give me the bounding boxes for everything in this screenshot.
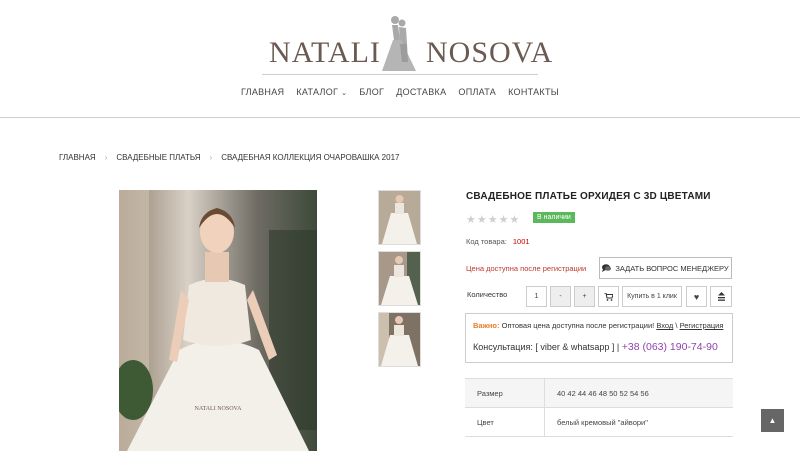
specs-table: Размер 40 42 44 46 48 50 52 54 56 Цвет б… [465, 378, 733, 437]
breadcrumb-separator: › [209, 153, 213, 162]
breadcrumb-separator: › [104, 153, 108, 162]
register-link[interactable]: Регистрация [680, 321, 724, 330]
main-nav: ГЛАВНАЯ КАТАЛОГ ⌄ БЛОГ ДОСТАВКА ОПЛАТА КОНТАКТ… [0, 87, 800, 97]
nav-catalog[interactable]: КАТАЛОГ ⌄ [296, 87, 347, 97]
photo-watermark: NATALI NOSOVA [195, 406, 243, 412]
couple-silhouette-icon [382, 16, 416, 71]
logo-text-left: NATALI [269, 36, 381, 69]
spec-key: Размер [465, 379, 545, 407]
quantity-input[interactable]: 1 [526, 286, 547, 307]
site-header: NATALI NOSOVA ГЛАВНАЯ КАТАЛОГ ⌄ БЛОГ ДОСТАВК… [0, 0, 800, 118]
thumbnail-image [379, 191, 420, 244]
product-code-value: 1001 [512, 237, 530, 246]
heart-icon: ♥ [693, 291, 700, 302]
add-to-cart-button[interactable] [598, 286, 619, 307]
info-line: Важно: Оптовая цена доступна после регис… [473, 321, 723, 330]
info-box: Важно: Оптовая цена доступна после регис… [465, 313, 733, 363]
info-text: Оптовая цена доступна после регистрации! [501, 321, 655, 330]
product-main-image[interactable]: NATALI NOSOVA [119, 190, 317, 451]
spec-key: Цвет [465, 408, 545, 436]
compare-button[interactable] [710, 286, 732, 307]
thumbnail-image [379, 252, 420, 305]
scroll-to-top-button[interactable]: ▲ [761, 409, 784, 432]
star-icon: ★ [509, 214, 521, 226]
info-warning: Важно: [473, 321, 500, 330]
arrow-up-icon: ▲ [768, 416, 777, 425]
nav-payment[interactable]: ОПЛАТА [458, 87, 496, 97]
thumbnail-1[interactable] [378, 190, 421, 245]
quantity-minus-button[interactable]: - [550, 286, 571, 307]
breadcrumb-home[interactable]: ГЛАВНАЯ [59, 153, 96, 162]
quantity-plus-button[interactable]: + [574, 286, 595, 307]
wishlist-button[interactable]: ♥ [686, 286, 707, 307]
star-icon: ★ [476, 214, 488, 226]
logo[interactable]: NATALI NOSOVA [262, 14, 552, 74]
breadcrumb-current: СВАДЕБНАЯ КОЛЛЕКЦИЯ ОЧАРОВАШКА 2017 [221, 153, 400, 162]
logo-divider [262, 74, 538, 75]
product-title: СВАДЕБНОЕ ПЛАТЬЕ ОРХИДЕЯ С 3D ЦВЕТАМИ [466, 191, 711, 202]
info-separator: \ [675, 321, 678, 330]
price-note: Цена доступна после регистрации [466, 264, 587, 273]
cart-icon [604, 292, 613, 301]
quantity-label: Количество [467, 290, 508, 299]
phone-number[interactable]: +38 (063) 190-74-90 [622, 341, 718, 353]
product-code: Код товара: 1001 [466, 237, 530, 246]
buy-one-click-button[interactable]: Купить в 1 клик [622, 286, 682, 307]
compare-icon [717, 292, 725, 301]
nav-home[interactable]: ГЛАВНАЯ [241, 87, 284, 97]
ask-manager-button[interactable]: ЗАДАТЬ ВОПРОС МЕНЕДЖЕРУ [599, 257, 732, 279]
product-code-label: Код товара: [466, 237, 507, 246]
table-row: Размер 40 42 44 46 48 50 52 54 56 [465, 379, 733, 408]
star-icon: ★ [466, 214, 477, 226]
thumbnail-image [379, 313, 420, 366]
nav-catalog-label: КАТАЛОГ [296, 87, 339, 97]
thumbnail-3[interactable] [378, 312, 421, 367]
breadcrumb-dresses[interactable]: СВАДЕБНЫЕ ПЛАТЬЯ [116, 153, 200, 162]
chevron-down-icon: ⌄ [341, 90, 348, 97]
consult-label: Консультация: [ viber & whatsapp ] | [473, 342, 620, 352]
thumbnail-2[interactable] [378, 251, 421, 306]
consult-line: Консультация: [ viber & whatsapp ] | +38… [473, 341, 718, 353]
spec-value: белый кремовый "айвори" [557, 417, 648, 427]
star-icon: ★ [487, 214, 499, 226]
breadcrumb: ГЛАВНАЯ › СВАДЕБНЫЕ ПЛАТЬЯ › СВАДЕБНАЯ КОЛЛЕ… [59, 153, 399, 162]
chat-icon [602, 264, 612, 272]
login-link[interactable]: Вход [656, 321, 673, 330]
ask-manager-label: ЗАДАТЬ ВОПРОС МЕНЕДЖЕРУ [615, 263, 729, 273]
bride-photo: NATALI NOSOVA [119, 190, 317, 451]
nav-contacts[interactable]: КОНТАКТЫ [508, 87, 559, 97]
stock-badge: В наличии [533, 212, 575, 223]
rating-stars[interactable]: ★★★★★ [466, 213, 520, 226]
table-row: Цвет белый кремовый "айвори" [465, 408, 733, 437]
star-icon: ★ [498, 214, 510, 226]
logo-text-right: NOSOVA [426, 36, 554, 69]
nav-delivery[interactable]: ДОСТАВКА [396, 87, 446, 97]
nav-blog[interactable]: БЛОГ [359, 87, 384, 97]
spec-value: 40 42 44 46 48 50 52 54 56 [557, 388, 649, 398]
